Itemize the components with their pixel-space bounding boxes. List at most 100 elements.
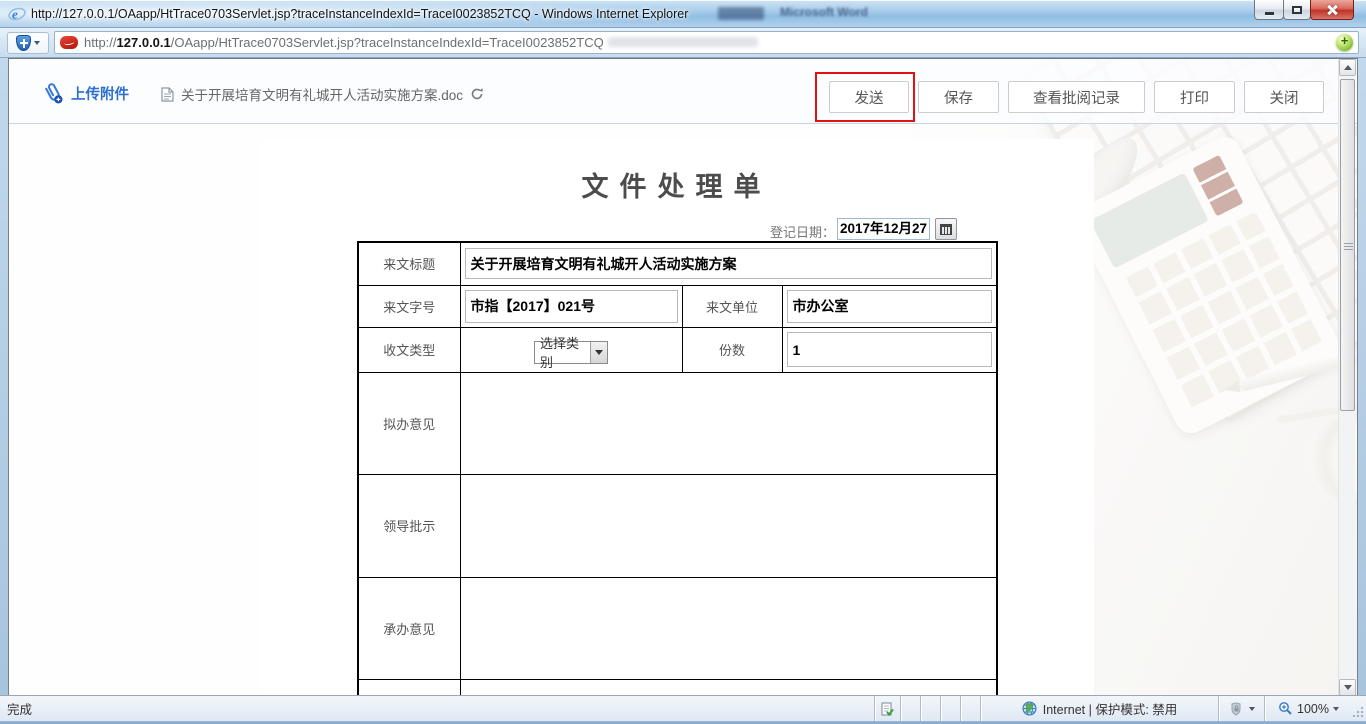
window-title: http://127.0.0.1/OAapp/HtTrace0703Servle… [31,7,688,21]
minimize-button[interactable] [1254,0,1284,20]
status-text: 完成 [0,699,874,718]
proposed-opinion-cell[interactable] [460,372,997,474]
scroll-thumb[interactable] [1340,79,1355,411]
refresh-icon[interactable] [470,87,484,101]
print-button[interactable]: 打印 [1154,81,1235,113]
arrow-up-icon [1344,65,1352,70]
window-frame-right [1358,58,1366,721]
vertical-scrollbar[interactable] [1338,59,1355,695]
globe-icon [1022,701,1037,716]
arrow-down-icon [1344,685,1352,690]
handler-opinion-label: 承办意见 [358,577,460,679]
status-cell [960,696,980,721]
copies-label: 份数 [682,327,782,372]
ie-logo-icon: e [8,5,26,23]
chevron-down-icon [595,350,603,355]
titlebar[interactable]: e http://127.0.0.1/OAapp/HtTrace0703Serv… [0,0,1366,28]
scroll-down-button[interactable] [1339,679,1356,695]
status-bar: 完成 Internet | 保护模式: 禁用 [0,695,1366,721]
zoom-cell[interactable]: 100% [1264,696,1352,721]
browser-window: e http://127.0.0.1/OAapp/HtTrace0703Serv… [0,0,1366,724]
paperclip-icon [43,82,64,104]
url-field[interactable]: http://127.0.0.1/OAapp/HtTrace0703Servle… [54,31,1359,54]
site-favicon-icon [60,36,78,49]
form-title: 文件处理单 [259,165,1094,204]
form-sheet: 文件处理单 登记日期： 2017年12月27日 来文标题 关于开展培育文明有礼城… [259,139,1094,695]
status-cell [900,696,920,721]
incoming-title-label: 来文标题 [358,242,460,285]
page-check-cell[interactable] [874,696,900,721]
address-bar: http://127.0.0.1/OAapp/HtTrace0703Servle… [0,28,1366,58]
clipped-row-label [358,679,460,695]
thumb-grip-icon [1344,242,1353,250]
send-button[interactable]: 发送 [829,81,909,113]
window-frame-left [0,58,8,721]
upload-attachment-link[interactable]: 上传附件 [43,82,129,104]
leader-note-label: 领导批示 [358,474,460,577]
zoom-magnifier-icon [1278,701,1293,716]
receipt-type-select[interactable]: 选择类别 [534,341,608,364]
shield-plus-icon [16,35,31,51]
table-row: 承办意见 [358,577,997,679]
url-host: 127.0.0.1 [117,35,171,50]
background-window-ghost [718,7,764,20]
safety-plugin-icon[interactable] [1336,34,1353,51]
maximize-button[interactable] [1283,0,1311,20]
privacy-cell[interactable] [1218,696,1264,721]
copies-input[interactable]: 1 [787,332,993,367]
table-row: 拟办意见 [358,372,997,474]
privacy-shield-icon [1229,702,1245,716]
chevron-down-icon [34,41,40,45]
url-path: /OAapp/HtTrace0703Servlet.jsp?traceInsta… [171,35,604,50]
document-table: 来文标题 关于开展培育文明有礼城开人活动实施方案 来文字号 市指【2017】02… [357,241,998,695]
receipt-type-cell: 选择类别 [460,327,682,372]
svg-text:e: e [12,7,18,22]
incoming-title-input[interactable]: 关于开展培育文明有礼城开人活动实施方案 [465,248,993,279]
page-check-icon [881,702,894,716]
select-dropdown-button[interactable] [590,342,607,363]
handler-opinion-cell[interactable] [460,577,997,679]
register-date-label: 登记日期： [259,222,835,241]
table-row: 来文标题 关于开展培育文明有礼城开人活动实施方案 [358,242,997,285]
table-row [358,679,997,695]
doc-number-label: 来文字号 [358,285,460,327]
proposed-opinion-label: 拟办意见 [358,372,460,474]
status-cell [940,696,960,721]
receipt-type-value: 选择类别 [535,333,590,371]
security-zone-cell[interactable]: Internet | 保护模式: 禁用 [980,696,1218,721]
window-controls [1255,0,1354,20]
background-window-ghost-text: Microsoft Word [780,5,868,21]
compatibility-shield-button[interactable] [7,32,49,54]
close-icon [1326,4,1338,16]
sending-unit-label: 来文单位 [682,285,782,327]
address-ghost-smudge [608,37,758,47]
save-button[interactable]: 保存 [918,81,999,113]
scroll-up-button[interactable] [1339,59,1356,76]
chevron-down-icon [1333,707,1339,711]
table-row: 收文类型 选择类别 份数 1 [358,327,997,372]
incoming-title-cell: 关于开展培育文明有礼城开人活动实施方案 [460,242,997,285]
attachment-doc-name[interactable]: 关于开展培育文明有礼城开人活动实施方案.doc [181,84,463,104]
zoom-level: 100% [1297,702,1329,716]
doc-number-cell: 市指【2017】021号 [460,285,682,327]
leader-note-cell[interactable] [460,474,997,577]
calendar-button[interactable] [935,218,957,240]
attachment-row: 关于开展培育文明有礼城开人活动实施方案.doc [161,84,484,104]
close-page-button[interactable]: 关闭 [1244,81,1324,113]
register-date-input[interactable]: 2017年12月27日 [837,218,930,240]
calendar-icon [940,224,952,235]
sending-unit-cell: 市办公室 [782,285,997,327]
sending-unit-input[interactable]: 市办公室 [787,290,993,323]
close-window-button[interactable] [1310,0,1354,20]
page-content: 上传附件 关于开展培育文明有礼城开人活动实施方案.doc 发送 保存 查看批阅记… [8,58,1358,695]
doc-number-input[interactable]: 市指【2017】021号 [465,290,678,323]
toolbar-band: 上传附件 关于开展培育文明有礼城开人活动实施方案.doc 发送 保存 查看批阅记… [9,59,1358,124]
maximize-icon [1292,6,1302,14]
url-prefix: http:// [84,35,117,50]
chevron-down-icon [1249,707,1255,711]
table-row: 领导批示 [358,474,997,577]
upload-attachment-label: 上传附件 [71,83,129,104]
resize-grip[interactable] [1352,696,1366,721]
view-records-button[interactable]: 查看批阅记录 [1008,81,1145,113]
receipt-type-label: 收文类型 [358,327,460,372]
